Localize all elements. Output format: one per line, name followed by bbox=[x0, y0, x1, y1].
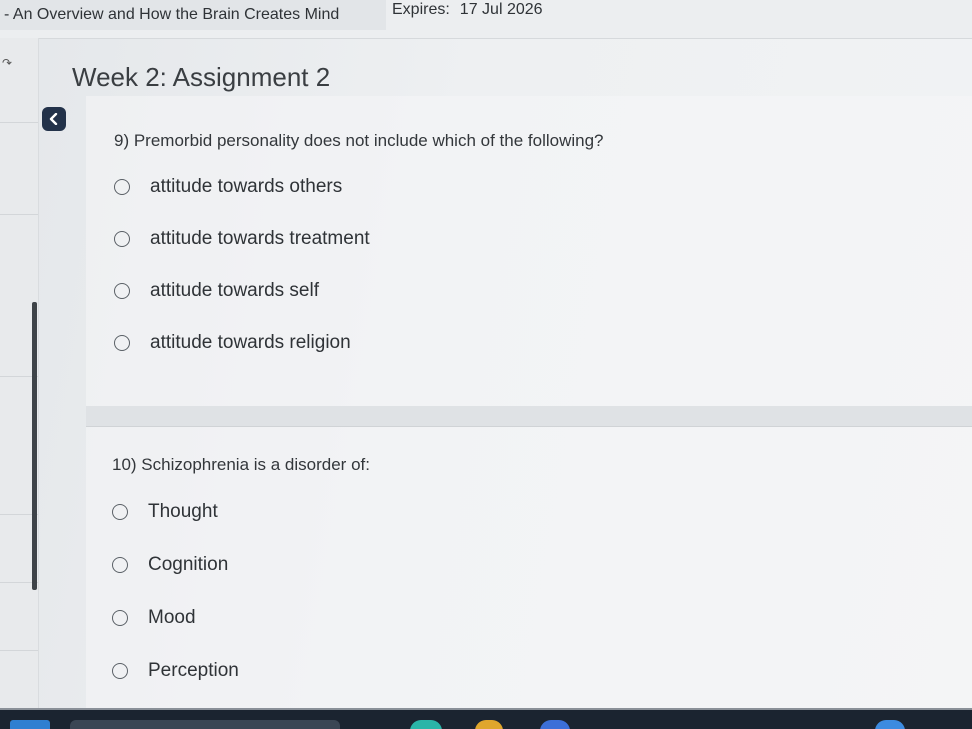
radio-button[interactable] bbox=[112, 504, 128, 520]
radio-button[interactable] bbox=[114, 283, 130, 299]
course-title-tab[interactable]: - An Overview and How the Brain Creates … bbox=[0, 0, 386, 30]
gutter-divider bbox=[0, 214, 38, 215]
taskbar-search-box[interactable] bbox=[70, 720, 340, 729]
option-label: Cognition bbox=[148, 554, 229, 575]
scrollbar-thumb[interactable] bbox=[32, 302, 37, 590]
edge-browser-icon[interactable] bbox=[410, 720, 442, 729]
option-attitude-towards-self[interactable]: attitude towards self bbox=[114, 280, 319, 302]
radio-button[interactable] bbox=[114, 179, 130, 195]
option-label: attitude towards others bbox=[150, 176, 343, 197]
assignment-page: - An Overview and How the Brain Creates … bbox=[0, 0, 972, 729]
chevron-left-icon bbox=[49, 113, 58, 125]
question-card-9: 9) Premorbid personality does not includ… bbox=[86, 96, 972, 407]
radio-button[interactable] bbox=[112, 557, 128, 573]
option-label: Perception bbox=[148, 660, 239, 681]
page-title: Week 2: Assignment 2 bbox=[72, 62, 331, 92]
radio-button[interactable] bbox=[112, 663, 128, 679]
option-cognition[interactable]: Cognition bbox=[112, 554, 228, 576]
radio-button[interactable] bbox=[114, 231, 130, 247]
radio-button[interactable] bbox=[112, 610, 128, 626]
option-attitude-towards-treatment[interactable]: attitude towards treatment bbox=[114, 228, 370, 250]
option-thought[interactable]: Thought bbox=[112, 501, 218, 523]
radio-button[interactable] bbox=[114, 335, 130, 351]
app-icon[interactable] bbox=[540, 720, 570, 729]
option-label: attitude towards self bbox=[150, 280, 319, 301]
question-text: 9) Premorbid personality does not includ… bbox=[114, 131, 604, 150]
top-strip: - An Overview and How the Brain Creates … bbox=[0, 0, 972, 39]
option-mood[interactable]: Mood bbox=[112, 607, 196, 629]
expires-label: Expires: bbox=[392, 1, 450, 18]
option-label: attitude towards religion bbox=[150, 332, 351, 353]
refresh-icon: ↷ bbox=[2, 56, 13, 70]
option-label: attitude towards treatment bbox=[150, 228, 370, 249]
taskbar bbox=[0, 708, 972, 729]
app-icon[interactable] bbox=[875, 720, 905, 729]
course-title: - An Overview and How the Brain Creates … bbox=[4, 6, 340, 23]
windows-start-icon[interactable] bbox=[10, 720, 50, 729]
option-label: Mood bbox=[148, 607, 196, 628]
gutter-divider bbox=[0, 122, 38, 123]
option-attitude-towards-religion[interactable]: attitude towards religion bbox=[114, 332, 351, 354]
question-separator bbox=[86, 406, 972, 426]
option-label: Thought bbox=[148, 501, 218, 522]
question-card-10: 10) Schizophrenia is a disorder of: Thou… bbox=[86, 426, 972, 709]
collapse-sidebar-button[interactable] bbox=[42, 107, 66, 131]
option-perception[interactable]: Perception bbox=[112, 660, 239, 682]
expiry-info: Expires: 17 Jul 2026 bbox=[392, 0, 543, 20]
option-attitude-towards-others[interactable]: attitude towards others bbox=[114, 176, 342, 198]
expires-date: 17 Jul 2026 bbox=[459, 1, 543, 18]
gutter-divider bbox=[0, 650, 38, 651]
file-explorer-icon[interactable] bbox=[475, 720, 503, 729]
question-text: 10) Schizophrenia is a disorder of: bbox=[112, 455, 370, 474]
